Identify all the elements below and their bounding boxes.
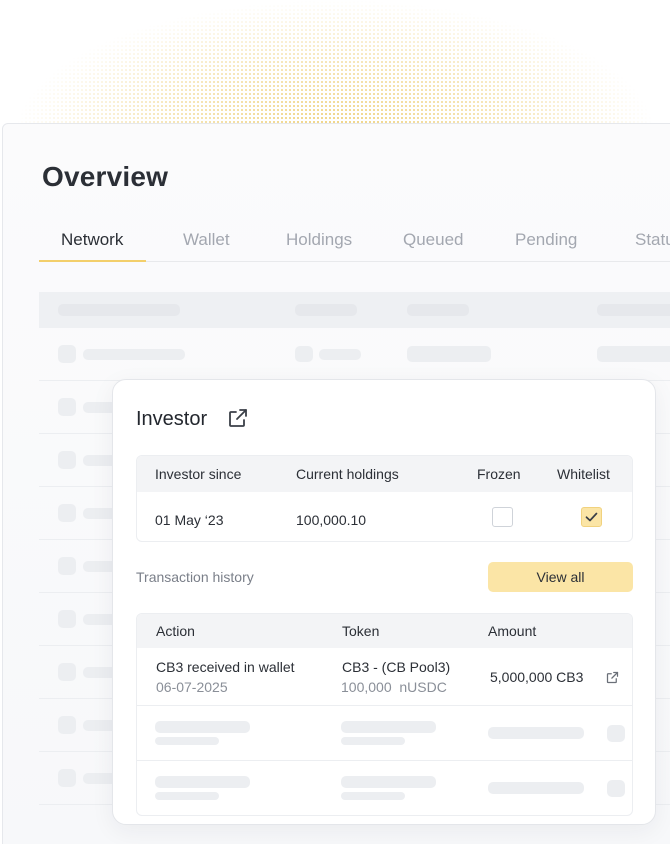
whitelist-checkbox[interactable] [581, 507, 602, 527]
skeleton-bar [341, 737, 405, 745]
skeleton-row [137, 706, 632, 761]
skeleton-row [137, 761, 632, 815]
skeleton-bar [58, 398, 76, 416]
transaction-token: CB3 - (CB Pool3) [342, 659, 451, 675]
skeleton-bar [58, 504, 76, 522]
skeleton-bar [341, 721, 436, 733]
investor-since-value: 01 May ‘23 [155, 512, 224, 528]
skeleton-bar [341, 792, 405, 800]
column-header-investor-since: Investor since [155, 466, 242, 482]
stage: Overview Network Wallet Holdings Queued … [0, 0, 670, 844]
skeleton-bar [58, 663, 76, 681]
transaction-history-label: Transaction history [136, 569, 254, 585]
current-holdings-value: 100,000.10 [296, 512, 367, 528]
column-header-action: Action [156, 623, 195, 639]
investor-card: Investor Investor since Current holdings… [112, 379, 656, 825]
column-header-frozen: Frozen [477, 466, 521, 482]
tab-wallet[interactable]: Wallet [183, 230, 230, 250]
tab-network[interactable]: Network [61, 230, 123, 250]
external-link-icon[interactable] [605, 670, 620, 685]
skeleton-bar [155, 721, 250, 733]
checkmark-icon [585, 512, 598, 522]
investor-summary-header: Investor since Current holdings Frozen W… [137, 456, 632, 492]
transaction-token-amount: 100,000 nUSDC [341, 679, 447, 695]
skeleton-bar [607, 780, 625, 797]
investor-summary-table: Investor since Current holdings Frozen W… [136, 455, 633, 542]
table-row[interactable]: CB3 received in wallet 06-07-2025 CB3 - … [137, 648, 632, 706]
investor-card-title: Investor [136, 408, 208, 430]
column-header-whitelist: Whitelist [557, 466, 610, 482]
skeleton-bar [58, 557, 76, 575]
skeleton-bar [295, 304, 357, 316]
skeleton-bar [607, 725, 625, 742]
transaction-date: 06-07-2025 [156, 679, 228, 695]
tab-queued[interactable]: Queued [403, 230, 464, 250]
skeleton-bar [488, 727, 584, 739]
skeleton-bar [58, 610, 76, 628]
transaction-table: Action Token Amount CB3 received in wall… [136, 613, 633, 816]
skeleton-bar [341, 776, 436, 788]
skeleton-table-header [39, 292, 670, 328]
skeleton-bar [295, 346, 313, 362]
tab-status[interactable]: Statu [635, 230, 670, 250]
active-tab-indicator [39, 260, 146, 262]
skeleton-bar [155, 792, 219, 800]
column-header-token: Token [342, 623, 380, 639]
skeleton-bar [58, 716, 76, 734]
tab-bar: Network Wallet Holdings Queued Pending S… [39, 226, 670, 262]
transaction-action: CB3 received in wallet [156, 659, 295, 675]
skeleton-bar [488, 782, 584, 794]
view-all-button[interactable]: View all [488, 562, 633, 592]
tab-holdings[interactable]: Holdings [286, 230, 352, 250]
skeleton-bar [58, 451, 76, 469]
skeleton-bar [58, 304, 180, 316]
skeleton-bar [58, 345, 76, 363]
skeleton-bar [155, 737, 219, 745]
transaction-table-header: Action Token Amount [137, 614, 632, 648]
page-title: Overview [42, 161, 169, 192]
column-header-current-holdings: Current holdings [296, 466, 399, 482]
skeleton-bar [319, 349, 361, 360]
skeleton-bar [58, 769, 76, 787]
skeleton-bar [597, 346, 670, 362]
skeleton-bar [83, 349, 185, 360]
skeleton-bar [407, 304, 469, 316]
column-header-amount: Amount [488, 623, 537, 639]
dotted-halo-decoration [0, 0, 670, 125]
frozen-checkbox[interactable] [492, 507, 513, 527]
skeleton-bar [597, 304, 670, 316]
transaction-amount: 5,000,000 CB3 [490, 669, 584, 685]
external-link-icon[interactable] [226, 406, 250, 430]
tab-pending[interactable]: Pending [515, 230, 577, 250]
skeleton-bar [155, 776, 250, 788]
skeleton-row [39, 328, 670, 381]
skeleton-bar [407, 346, 491, 362]
